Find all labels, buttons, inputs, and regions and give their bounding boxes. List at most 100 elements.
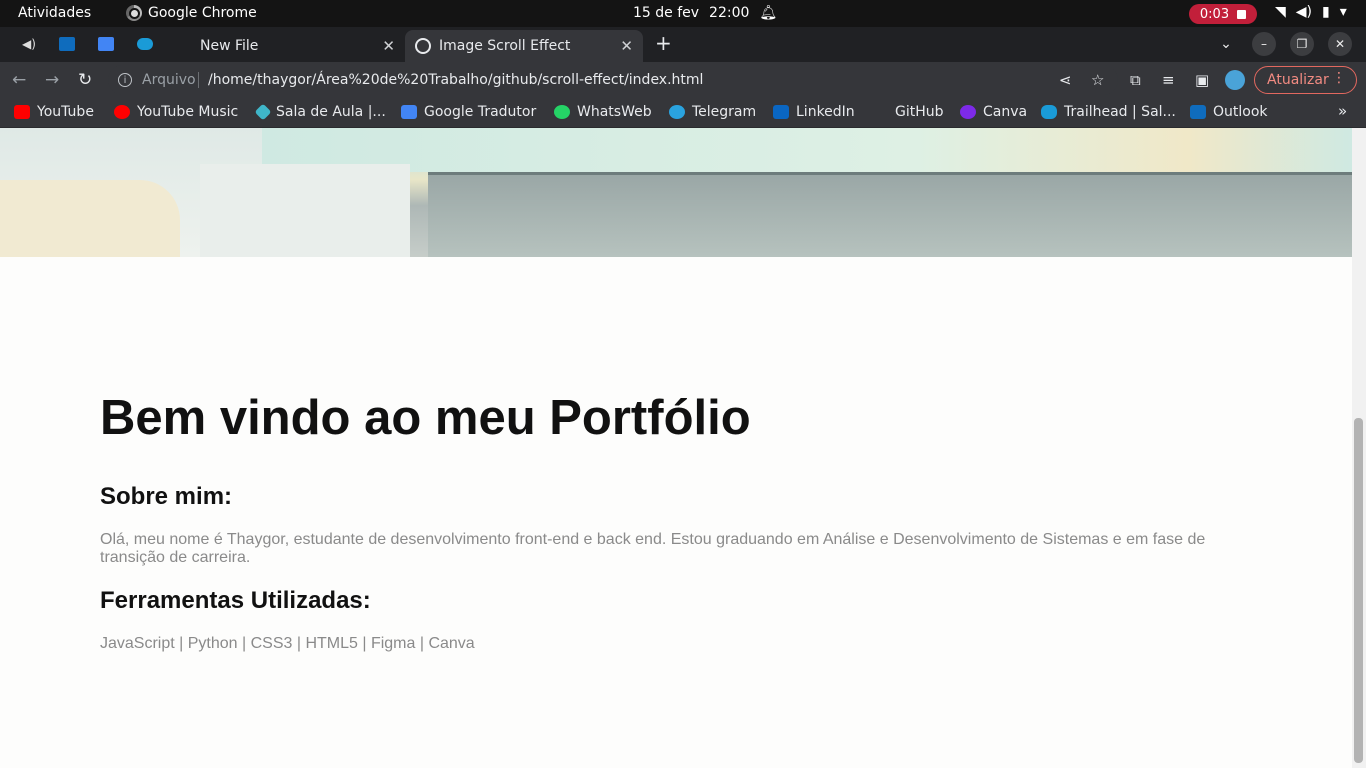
youtube-music-icon — [114, 105, 130, 119]
screen-recording-indicator[interactable]: 0:03 — [1189, 4, 1257, 24]
url-text[interactable]: /home/thaygor/Área%20de%20Trabalho/githu… — [208, 72, 703, 88]
bookmark-label: Trailhead | Sal... — [1064, 104, 1176, 120]
stop-recording-icon — [1237, 9, 1247, 19]
app-menu[interactable]: Google Chrome — [126, 5, 257, 21]
tab-label: Image Scroll Effect — [439, 38, 571, 54]
bookmark-label: YouTube — [37, 104, 94, 120]
info-icon[interactable]: i — [118, 73, 132, 87]
bookmark-youtube[interactable]: YouTube — [14, 104, 94, 120]
system-status-area[interactable]: ◥ ◀) ▮ ▾ — [1275, 4, 1347, 20]
extensions-puzzle-icon[interactable]: ⧉ — [1130, 71, 1141, 89]
media-control-icon[interactable]: ≡ — [1162, 71, 1175, 89]
hero-wall-panel — [200, 164, 410, 257]
system-top-bar: Atividades Google Chrome 15 de fev 22:00… — [0, 0, 1366, 27]
update-label: Atualizar — [1267, 72, 1329, 88]
minimize-button[interactable]: – — [1252, 32, 1276, 56]
youtube-icon — [14, 105, 30, 119]
canva-icon — [960, 105, 976, 119]
github-icon — [872, 105, 888, 119]
hero-background-image — [0, 128, 1352, 257]
page-title: Bem vindo ao meu Portfólio — [100, 391, 751, 445]
bookmark-outlook[interactable]: Outlook — [1190, 104, 1268, 120]
bookmark-linkedin[interactable]: LinkedIn — [773, 104, 855, 120]
google-translate-icon — [98, 37, 114, 51]
new-tab-button[interactable]: + — [655, 31, 672, 55]
pinned-tab-audio[interactable]: ◀) — [17, 33, 41, 55]
address-bar[interactable]: i Arquivo /home/thaygor/Área%20de%20Trab… — [108, 65, 1118, 95]
bookmark-sala-de-aula[interactable]: Sala de Aula |... — [254, 103, 386, 121]
close-tab-icon[interactable]: ✕ — [620, 37, 633, 55]
bookmark-whatsweb[interactable]: WhatsWeb — [554, 104, 652, 120]
pinned-tab-outlook[interactable] — [55, 33, 79, 55]
bookmark-label: LinkedIn — [796, 104, 855, 120]
bookmark-google-tradutor[interactable]: Google Tradutor — [401, 104, 536, 120]
share-icon[interactable]: ⋖ — [1059, 71, 1072, 89]
clock[interactable]: 15 de fev 22:00 🔔︎ — [633, 5, 777, 21]
google-translate-icon — [401, 105, 417, 119]
hero-map — [0, 180, 180, 257]
page-scrollbar[interactable] — [1352, 128, 1366, 768]
salesforce-cloud-icon — [1041, 105, 1057, 119]
window-controls: ⌄ – ❐ ✕ — [1214, 32, 1352, 56]
chrome-icon — [126, 5, 142, 21]
hero-board — [428, 172, 1352, 257]
tab-strip: ◀) New File ✕ Image Scroll Effect ✕ + ⌄ … — [0, 27, 1366, 62]
pinned-tab-salesforce[interactable] — [133, 33, 157, 55]
globe-icon — [415, 38, 431, 54]
activities-button[interactable]: Atividades — [18, 5, 91, 21]
telegram-icon — [669, 105, 685, 119]
outlook-icon — [1190, 105, 1206, 119]
bookmark-star-icon[interactable]: ☆ — [1091, 71, 1104, 89]
volume-icon: ◀) — [1295, 4, 1313, 20]
profile-avatar[interactable] — [1225, 70, 1245, 90]
pinned-tab-translate[interactable] — [94, 33, 118, 55]
page-viewport: Bem vindo ao meu Portfólio Sobre mim: Ol… — [0, 128, 1352, 768]
bookmark-canva[interactable]: Canva — [960, 104, 1027, 120]
reload-icon[interactable]: ↻ — [78, 70, 92, 90]
close-tab-icon[interactable]: ✕ — [382, 37, 395, 55]
about-text: Olá, meu nome é Thaygor, estudante de de… — [100, 531, 1206, 566]
hero-sky — [262, 128, 1352, 172]
separator — [198, 72, 199, 88]
bookmark-label: Canva — [983, 104, 1028, 120]
bookmark-label: Google Tradutor — [424, 104, 537, 120]
battery-icon: ▮ — [1322, 4, 1330, 20]
outlook-icon — [59, 37, 75, 51]
bookmark-telegram[interactable]: Telegram — [669, 104, 756, 120]
bookmark-label: Telegram — [692, 104, 757, 120]
bookmark-trailhead[interactable]: Trailhead | Sal... — [1041, 104, 1176, 120]
tools-heading: Ferramentas Utilizadas: — [100, 587, 371, 614]
back-arrow-icon[interactable]: ← — [12, 70, 26, 90]
more-menu-icon: ⋮ — [1332, 70, 1346, 86]
browser-toolbar: ← → ↻ i Arquivo /home/thaygor/Área%20de%… — [0, 62, 1366, 98]
speaker-icon: ◀) — [22, 37, 36, 51]
update-button[interactable]: Atualizar ⋮ — [1254, 66, 1357, 94]
bookmark-label: Outlook — [1213, 104, 1268, 120]
bookmark-label: WhatsWeb — [577, 104, 652, 120]
date-label: 15 de fev — [633, 5, 700, 21]
wifi-icon: ◥ — [1275, 4, 1286, 20]
file-scheme-label: Arquivo — [142, 72, 196, 88]
tab-image-scroll-effect[interactable]: Image Scroll Effect ✕ — [405, 30, 643, 62]
bookmark-label: YouTube Music — [137, 104, 239, 120]
tab-search-chevron-icon[interactable]: ⌄ — [1214, 32, 1238, 56]
portfolio-content: Bem vindo ao meu Portfólio Sobre mim: Ol… — [100, 390, 1230, 652]
bookmark-youtube-music[interactable]: YouTube Music — [114, 104, 238, 120]
tools-text: JavaScript | Python | CSS3 | HTML5 | Fig… — [100, 635, 475, 652]
scrollbar-thumb[interactable] — [1354, 418, 1363, 763]
bookmark-github[interactable]: GitHub — [872, 104, 944, 120]
whatsapp-icon — [554, 105, 570, 119]
bookmarks-bar: YouTube YouTube Music Sala de Aula |... … — [0, 98, 1366, 128]
linkedin-icon — [773, 105, 789, 119]
forward-arrow-icon[interactable]: → — [45, 70, 59, 90]
close-window-button[interactable]: ✕ — [1328, 32, 1352, 56]
time-label: 22:00 — [709, 5, 750, 21]
more-bookmarks-chevron-icon[interactable]: » — [1338, 102, 1347, 120]
power-menu-chevron-icon: ▾ — [1339, 4, 1347, 20]
cloud-icon — [137, 38, 153, 50]
side-panel-icon[interactable]: ▣ — [1195, 71, 1209, 89]
restore-button[interactable]: ❐ — [1290, 32, 1314, 56]
bookmark-label: GitHub — [895, 104, 944, 120]
classroom-icon — [254, 103, 272, 121]
tab-new-file[interactable]: New File ✕ — [165, 30, 405, 62]
